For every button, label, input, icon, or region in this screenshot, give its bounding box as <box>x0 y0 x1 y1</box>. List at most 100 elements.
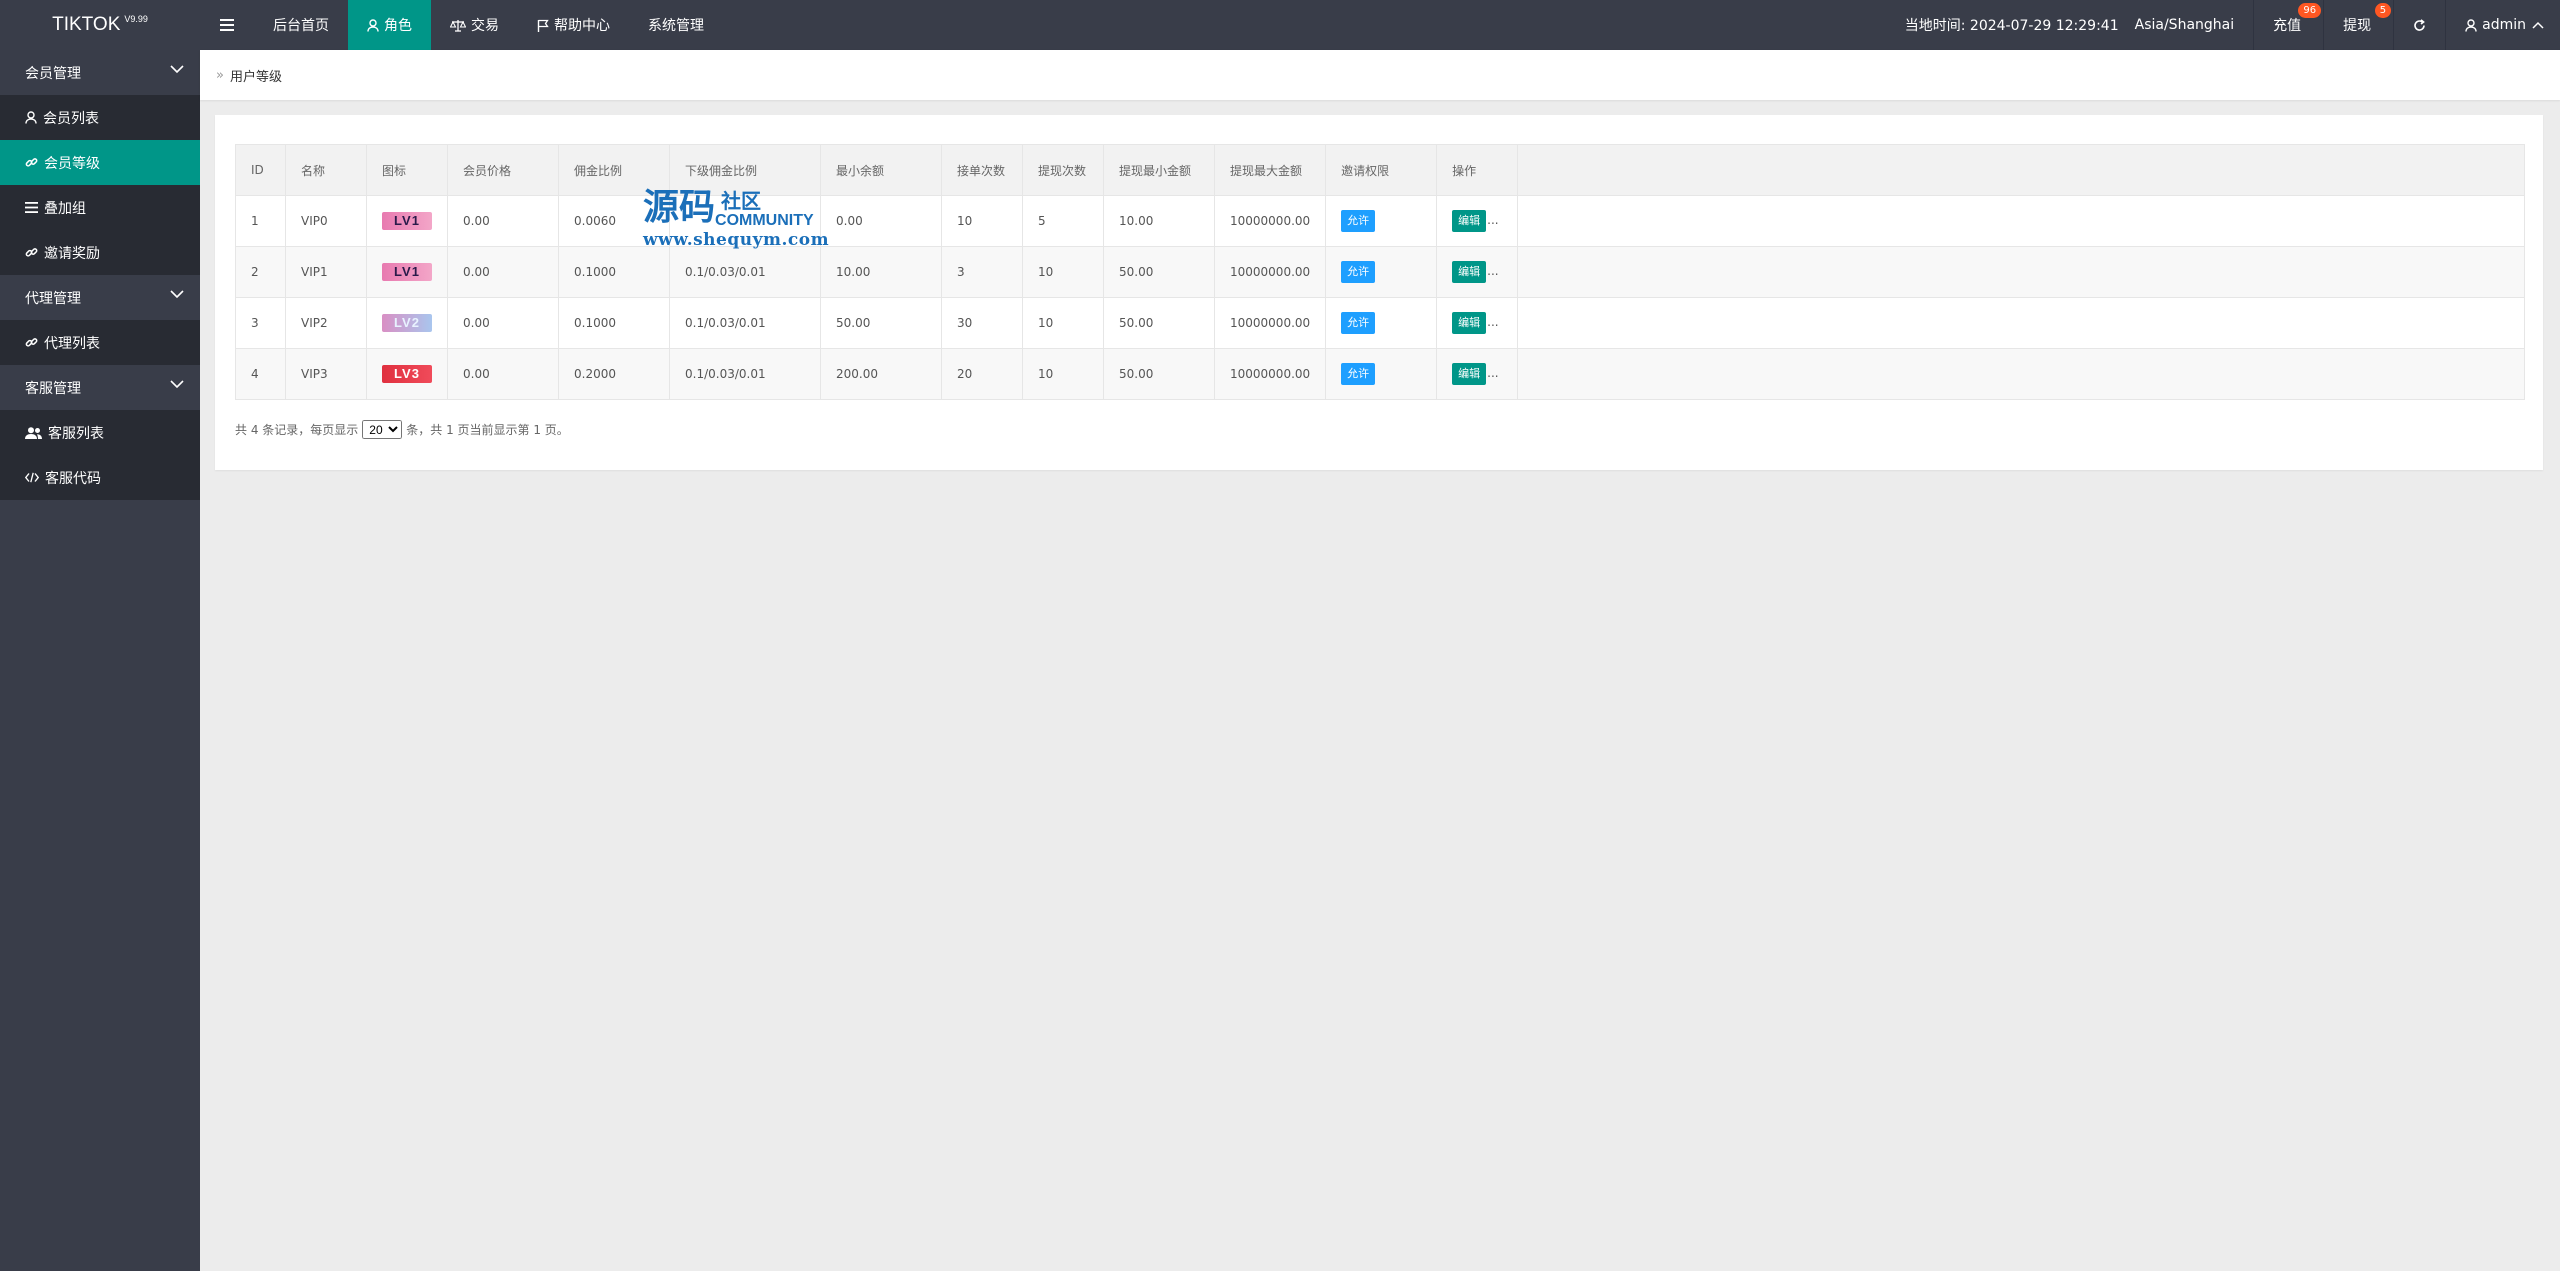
cell-invite: 允许 <box>1325 195 1438 247</box>
cell-action: 编辑... <box>1436 246 1519 298</box>
cell-withdraw-max: 10000000.00 <box>1213 297 1327 349</box>
table-row: 2 VIP1 LV1 0.00 0.1000 0.1/0.03/0.01 10.… <box>235 246 2525 298</box>
cell-sub-rate: 0.1/0.03/0.01 <box>669 348 821 400</box>
col-header: 提现最小金额 <box>1103 144 1215 196</box>
more-actions[interactable]: ... <box>1487 264 1498 278</box>
withdraw-badge: 5 <box>2374 3 2392 18</box>
cell-filler <box>1517 348 2525 400</box>
cell-withdraw-times: 5 <box>1022 195 1104 247</box>
cell-name: VIP1 <box>285 246 367 298</box>
cell-withdraw-min: 50.00 <box>1103 297 1215 349</box>
lv-badge-icon: LV1 <box>382 212 432 230</box>
cell-icon: LV2 <box>366 297 448 349</box>
lv-badge-icon: LV3 <box>382 365 432 383</box>
cell-action: 编辑... <box>1436 297 1519 349</box>
nav-help-label: 帮助中心 <box>554 18 610 34</box>
cell-invite: 允许 <box>1325 246 1438 298</box>
table-row: 1 VIP0 LV1 0.00 0.0060 0.00 10 5 10.00 1… <box>235 195 2525 247</box>
withdraw-button[interactable]: 提现 5 <box>2323 0 2393 50</box>
cell-icon: LV3 <box>366 348 448 400</box>
allow-button[interactable]: 允许 <box>1341 261 1376 283</box>
col-header: 下级佣金比例 <box>669 144 821 196</box>
withdraw-label: 提现 <box>2343 18 2372 34</box>
user-icon <box>25 111 37 124</box>
sidebar-item-member-level[interactable]: 会员等级 <box>0 140 200 185</box>
nav-trade[interactable]: 交易 <box>431 0 518 50</box>
pager-prefix: 共 4 条记录，每页显示 <box>235 423 359 437</box>
chevron-down-icon <box>170 65 184 74</box>
refresh-button[interactable] <box>2393 0 2445 50</box>
hamburger-icon <box>220 19 234 31</box>
allow-button[interactable]: 允许 <box>1341 312 1376 334</box>
local-time: 当地时间: 2024-07-29 12:29:41 Asia/Shanghai <box>1886 0 2253 50</box>
cell-orders: 10 <box>941 195 1023 247</box>
sidebar-group-agent[interactable]: 代理管理 <box>0 275 200 320</box>
cell-orders: 20 <box>941 348 1023 400</box>
lv-badge-icon: LV2 <box>382 314 432 332</box>
allow-button[interactable]: 允许 <box>1341 363 1376 385</box>
edit-button[interactable]: 编辑 <box>1452 261 1487 283</box>
cell-withdraw-min: 10.00 <box>1103 195 1215 247</box>
sidebar-item-stack-group[interactable]: 叠加组 <box>0 185 200 230</box>
menu-toggle-button[interactable] <box>200 0 254 50</box>
sidebar-item-service-list[interactable]: 客服列表 <box>0 410 200 455</box>
cell-invite: 允许 <box>1325 297 1438 349</box>
code-icon <box>25 472 39 483</box>
sidebar-item-label: 邀请奖励 <box>44 245 100 262</box>
col-header: ID <box>235 144 286 196</box>
sidebar-item-label: 代理列表 <box>44 335 100 352</box>
edit-button[interactable]: 编辑 <box>1452 210 1487 232</box>
nav-system[interactable]: 系统管理 <box>629 0 723 50</box>
sidebar-item-agent-list[interactable]: 代理列表 <box>0 320 200 365</box>
flag-icon <box>537 19 549 32</box>
top-nav: 后台首页 角色 交易 帮助中心 系统管理 <box>200 0 723 50</box>
cell-action: 编辑... <box>1436 195 1519 247</box>
chevron-down-icon <box>170 290 184 299</box>
user-menu[interactable]: admin <box>2445 0 2560 50</box>
sidebar-item-label: 会员列表 <box>43 110 99 127</box>
more-actions[interactable]: ... <box>1487 366 1498 380</box>
cell-icon: LV1 <box>366 246 448 298</box>
col-header: 图标 <box>366 144 448 196</box>
nav-role[interactable]: 角色 <box>348 0 431 50</box>
double-chevron-icon: » <box>216 67 224 83</box>
table-header-row: ID 名称 图标 会员价格 佣金比例 下级佣金比例 最小余额 接单次数 提现次数… <box>235 144 2525 196</box>
nav-help[interactable]: 帮助中心 <box>518 0 629 50</box>
cell-name: VIP3 <box>285 348 367 400</box>
page-size-select[interactable]: 20 <box>362 420 403 439</box>
app-logo[interactable]: TIKTOK V9.99 <box>0 0 200 50</box>
edit-button[interactable]: 编辑 <box>1452 312 1487 334</box>
sidebar-item-member-list[interactable]: 会员列表 <box>0 95 200 140</box>
sidebar-item-invite-reward[interactable]: 邀请奖励 <box>0 230 200 275</box>
nav-trade-label: 交易 <box>471 18 499 34</box>
nav-home[interactable]: 后台首页 <box>254 0 348 50</box>
breadcrumb-current: 用户等级 <box>229 69 282 85</box>
edit-button[interactable]: 编辑 <box>1452 363 1487 385</box>
cell-price: 0.00 <box>447 348 559 400</box>
cell-price: 0.00 <box>447 195 559 247</box>
link-icon <box>25 246 38 259</box>
cell-icon: LV1 <box>366 195 448 247</box>
col-header: 邀请权限 <box>1325 144 1438 196</box>
sidebar-item-label: 叠加组 <box>44 200 86 217</box>
recharge-label: 充值 <box>2273 18 2302 34</box>
recharge-button[interactable]: 充值 96 <box>2253 0 2323 50</box>
cell-rate: 0.1000 <box>558 246 670 298</box>
col-header: 最小余额 <box>820 144 942 196</box>
col-header: 接单次数 <box>941 144 1023 196</box>
more-actions[interactable]: ... <box>1487 315 1498 329</box>
cell-rate: 0.0060 <box>558 195 670 247</box>
user-icon <box>367 18 379 32</box>
lv-badge-icon: LV1 <box>382 263 432 281</box>
breadcrumb: » 用户等级 <box>200 50 2560 100</box>
col-header: 佣金比例 <box>558 144 670 196</box>
sidebar-item-service-code[interactable]: 客服代码 <box>0 455 200 500</box>
allow-button[interactable]: 允许 <box>1341 210 1376 232</box>
sidebar-group-service[interactable]: 客服管理 <box>0 365 200 410</box>
more-actions[interactable]: ... <box>1487 213 1498 227</box>
cell-id: 4 <box>235 348 286 400</box>
sidebar: 会员管理 会员列表 会员等级 叠加组 邀请奖励 代理管理 代理列表 客服管理 客… <box>0 50 200 1271</box>
sidebar-group-member[interactable]: 会员管理 <box>0 50 200 95</box>
user-name: admin <box>2482 17 2526 33</box>
cell-name: VIP0 <box>285 195 367 247</box>
